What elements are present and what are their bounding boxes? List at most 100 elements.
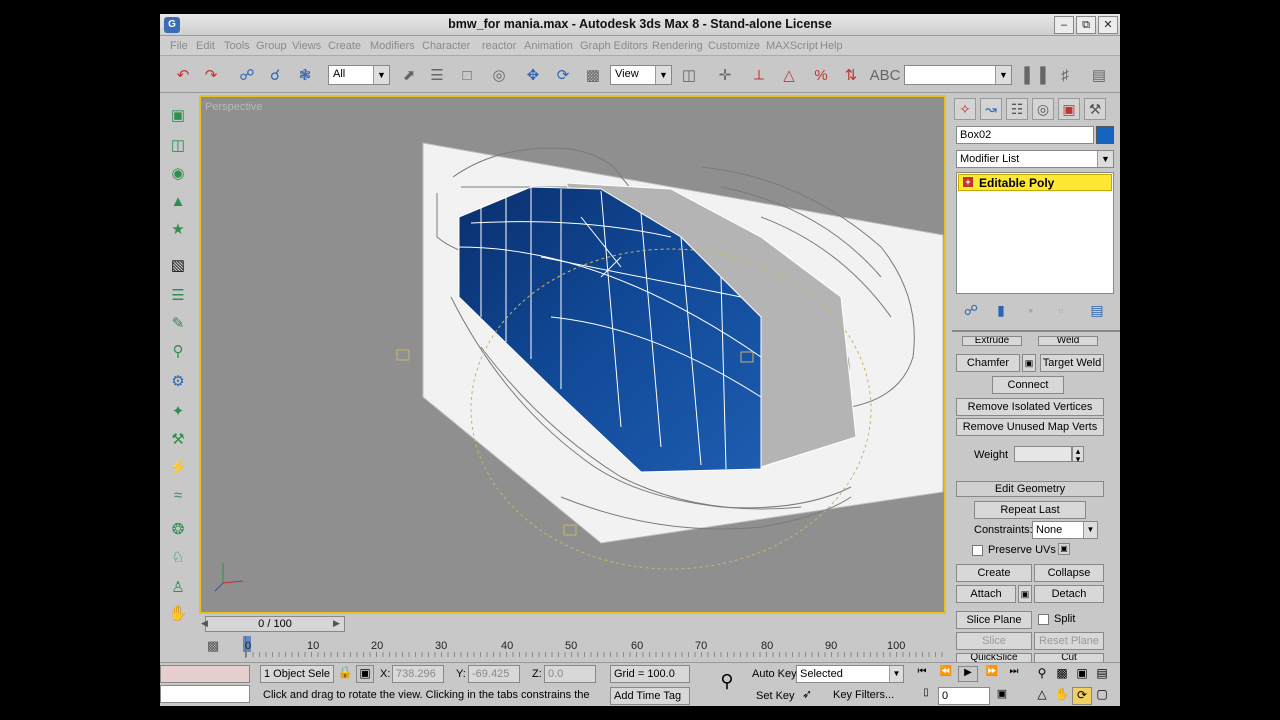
- play-icon[interactable]: ▶: [958, 666, 978, 682]
- y-coordinate-field[interactable]: -69.425: [468, 665, 520, 683]
- motion-tab-icon[interactable]: ◎: [1032, 98, 1054, 120]
- auto-key-button[interactable]: Auto Key: [752, 668, 797, 680]
- create-box-icon[interactable]: ▣: [167, 104, 189, 126]
- set-key-icon[interactable]: ➶: [798, 687, 816, 705]
- gizmo-handle-bottom[interactable]: [563, 524, 577, 536]
- select-move-icon[interactable]: ✥: [522, 64, 544, 86]
- constraints-dropdown[interactable]: None ▼: [1032, 521, 1098, 539]
- track-bar[interactable]: ▩ 0 10 20 30 40 50 60 70 80 90 100: [199, 636, 946, 660]
- repeat-last-button[interactable]: Repeat Last: [974, 501, 1086, 519]
- menu-tools[interactable]: Tools: [224, 40, 250, 52]
- add-time-tag-button[interactable]: Add Time Tag: [610, 687, 690, 705]
- menu-graph-editors[interactable]: Graph Editors: [580, 40, 648, 52]
- create-button[interactable]: Create: [956, 564, 1032, 582]
- minimize-button[interactable]: –: [1054, 16, 1074, 34]
- set-key-button[interactable]: Set Key: [756, 690, 795, 702]
- rectangular-selection-icon[interactable]: □: [456, 64, 478, 86]
- menu-file[interactable]: File: [170, 40, 188, 52]
- current-frame-field[interactable]: 0: [938, 687, 990, 705]
- menu-animation[interactable]: Animation: [524, 40, 573, 52]
- field-of-view-icon[interactable]: △: [1032, 687, 1052, 705]
- connect-button[interactable]: Connect: [992, 376, 1064, 394]
- arc-rotate-icon[interactable]: ⟳: [1072, 687, 1092, 705]
- weight-input[interactable]: [1014, 446, 1072, 462]
- attach-list-icon[interactable]: ▣: [1018, 585, 1032, 603]
- select-scale-icon[interactable]: ▩: [582, 64, 604, 86]
- key-mode-dropdown[interactable]: Selected ▼: [796, 665, 904, 683]
- attach-button[interactable]: Attach: [956, 585, 1016, 603]
- star-icon[interactable]: ★: [167, 218, 189, 240]
- zoom-all-icon[interactable]: ▩: [1052, 666, 1072, 684]
- magnify-icon[interactable]: ⚲: [167, 340, 189, 362]
- display-tab-icon[interactable]: ▣: [1058, 98, 1080, 120]
- restore-button[interactable]: ⧉: [1076, 16, 1096, 34]
- menu-group[interactable]: Group: [256, 40, 287, 52]
- go-to-start-icon[interactable]: ⏮: [912, 666, 932, 682]
- angle-snap-icon[interactable]: △: [778, 64, 800, 86]
- menu-create[interactable]: Create: [328, 40, 361, 52]
- hammer-icon[interactable]: ⚒: [167, 428, 189, 450]
- selection-filter-dropdown[interactable]: All ▼: [328, 65, 390, 85]
- slider-prev-icon[interactable]: ◀: [201, 618, 208, 629]
- select-object-icon[interactable]: ⬈: [398, 64, 420, 86]
- layers-icon[interactable]: ☰: [167, 284, 189, 306]
- menu-rendering[interactable]: Rendering: [652, 40, 703, 52]
- spray-icon[interactable]: ✦: [167, 400, 189, 422]
- zoom-icon[interactable]: ⚲: [1032, 666, 1052, 684]
- stack-item-editable-poly[interactable]: + Editable Poly: [958, 174, 1112, 191]
- maximize-viewport-icon[interactable]: ▢: [1092, 687, 1112, 705]
- z-coordinate-field[interactable]: 0.0: [544, 665, 596, 683]
- menu-modifiers[interactable]: Modifiers: [370, 40, 415, 52]
- zoom-extents-icon[interactable]: ▣: [1072, 666, 1092, 684]
- key-icon[interactable]: ⚲: [712, 671, 742, 695]
- previous-frame-icon[interactable]: ⏪: [936, 666, 956, 682]
- menu-reactor[interactable]: reactor: [482, 40, 516, 52]
- chamfer-button[interactable]: Chamfer: [956, 354, 1020, 372]
- cylinder-icon[interactable]: ◫: [167, 134, 189, 156]
- perspective-viewport[interactable]: Perspective: [199, 95, 946, 614]
- undo-icon[interactable]: ↶: [172, 64, 194, 86]
- hand-icon[interactable]: ✋: [167, 602, 189, 624]
- weight-spinner[interactable]: ▴ ▾: [1072, 446, 1084, 464]
- percent-snap-icon[interactable]: %: [810, 64, 832, 86]
- align-icon[interactable]: ♯: [1054, 64, 1076, 86]
- viewport-label[interactable]: Perspective: [205, 101, 262, 113]
- edit-geometry-rollout[interactable]: Edit Geometry: [956, 481, 1104, 497]
- cone-icon[interactable]: ▲: [167, 190, 189, 212]
- utilities-tab-icon[interactable]: ⚒: [1084, 98, 1106, 120]
- layer-manager-icon[interactable]: ▤: [1088, 64, 1110, 86]
- menu-help[interactable]: Help: [820, 40, 843, 52]
- weld-button[interactable]: Weld: [1038, 336, 1098, 346]
- detach-button[interactable]: Detach: [1034, 585, 1104, 603]
- split-checkbox[interactable]: [1038, 614, 1049, 625]
- window-crossing-icon[interactable]: ◎: [488, 64, 510, 86]
- menu-views[interactable]: Views: [292, 40, 321, 52]
- paint-brush-icon[interactable]: ✎: [167, 312, 189, 334]
- modify-tab-icon[interactable]: ↝: [980, 98, 1002, 120]
- slice-plane-button[interactable]: Slice Plane: [956, 611, 1032, 629]
- next-frame-icon[interactable]: ⏩: [982, 666, 1002, 682]
- absolute-mode-icon[interactable]: ▣: [356, 665, 374, 683]
- object-name-field[interactable]: Box02: [956, 126, 1094, 144]
- snaps-toggle-icon[interactable]: ⟂: [748, 64, 770, 86]
- select-by-name-icon[interactable]: ☰: [426, 64, 448, 86]
- menu-character[interactable]: Character: [422, 40, 470, 52]
- pin-stack-icon[interactable]: ☍: [960, 300, 982, 320]
- wave-icon[interactable]: ≈: [167, 484, 189, 506]
- remove-isolated-vertices-button[interactable]: Remove Isolated Vertices: [956, 398, 1104, 416]
- key-filters-button[interactable]: Key Filters...: [830, 687, 904, 705]
- close-button[interactable]: ✕: [1098, 16, 1118, 34]
- lightning-icon[interactable]: ⚡: [167, 456, 189, 478]
- checker-icon[interactable]: ▧: [167, 254, 189, 276]
- remove-unused-map-verts-button[interactable]: Remove Unused Map Verts: [956, 418, 1104, 436]
- gizmo-handle-left[interactable]: [396, 349, 410, 361]
- x-coordinate-field[interactable]: 738.296: [392, 665, 444, 683]
- key-mode-toggle-icon[interactable]: ▯: [916, 687, 936, 703]
- expand-plus-icon[interactable]: +: [963, 177, 973, 187]
- bone-icon[interactable]: ♘: [167, 546, 189, 568]
- spinner-snap-icon[interactable]: ⇅: [840, 64, 862, 86]
- hierarchy-tab-icon[interactable]: ☷: [1006, 98, 1028, 120]
- preserve-uvs-checkbox[interactable]: [972, 545, 983, 556]
- show-end-result-icon[interactable]: ▮: [990, 300, 1012, 320]
- pivot-center-icon[interactable]: ◫: [678, 64, 700, 86]
